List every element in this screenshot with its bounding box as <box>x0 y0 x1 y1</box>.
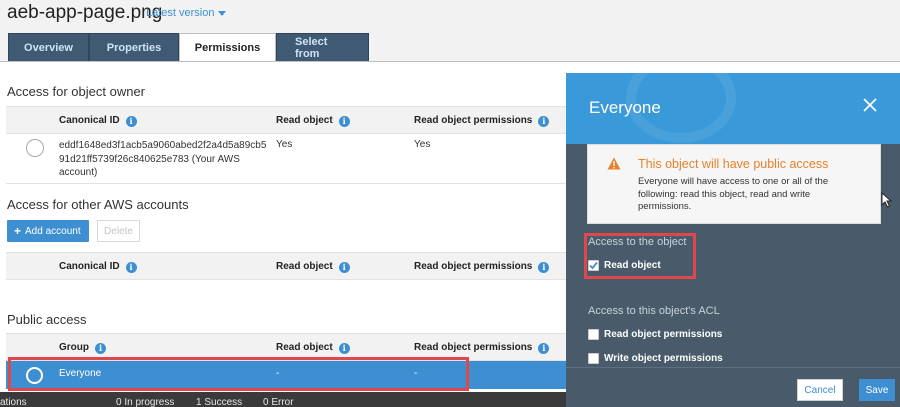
tab-permissions[interactable]: Permissions <box>179 33 276 62</box>
info-icon[interactable]: i <box>538 343 550 354</box>
other-accounts-title: Access for other AWS accounts <box>7 197 189 212</box>
info-icon[interactable]: i <box>538 262 550 273</box>
write-permissions-checkbox[interactable] <box>588 353 599 364</box>
owner-read-object: Yes <box>276 139 293 150</box>
info-icon[interactable]: i <box>125 262 137 273</box>
chevron-down-icon <box>218 10 227 16</box>
delete-button[interactable]: Delete <box>97 220 140 242</box>
other-accounts-table-header: Canonical ID i Read object i Read object p… <box>6 252 566 280</box>
owner-table-header: Canonical ID i Read object i Read object p… <box>6 106 566 134</box>
read-permissions-checkbox-row[interactable]: Read object permissions <box>588 329 722 340</box>
owner-table-row[interactable]: eddf1648ed3f1acb5a9060abed2f2a4d5a89cb5 … <box>6 134 566 184</box>
in-progress-count: 0 In progress <box>116 397 175 407</box>
everyone-highlight-annotation <box>8 357 469 391</box>
tab-bar: Overview Properties Permissions Select f… <box>8 33 369 62</box>
panel-title: Everyone <box>589 98 661 117</box>
acl-access-label: Access to this object's ACL <box>588 305 720 317</box>
add-account-label: Add account <box>25 225 81 237</box>
owner-section-title: Access for object owner <box>7 84 146 99</box>
column-canonical-id: Canonical ID <box>59 115 120 126</box>
warning-title: This object will have public access <box>638 157 829 171</box>
tab-divider <box>0 61 900 62</box>
mouse-cursor-icon <box>881 192 893 208</box>
column-read-object: Read object <box>276 115 333 126</box>
public-access-warning: This object will have public access Ever… <box>587 144 881 224</box>
operations-label: ations <box>0 397 27 407</box>
column-read-permissions: Read object permissions <box>414 115 533 126</box>
read-permissions-checkbox[interactable] <box>588 329 599 340</box>
plus-icon: + <box>14 224 22 238</box>
everyone-panel: Everyone This object will have public ac… <box>566 73 900 407</box>
public-access-title: Public access <box>7 312 87 327</box>
version-label: Latest version <box>146 7 215 19</box>
info-icon[interactable]: i <box>95 343 106 354</box>
info-icon[interactable]: i <box>538 116 550 127</box>
warning-triangle-icon <box>607 157 621 170</box>
error-count: 0 Error <box>263 397 294 407</box>
operations-status-bar[interactable]: ations 0 In progress 1 Success 0 Error <box>0 392 566 407</box>
panel-header: Everyone <box>566 73 900 144</box>
info-icon[interactable]: i <box>338 262 350 273</box>
object-header: aeb-app-page.png Latest version Overview… <box>0 0 900 62</box>
success-count: 1 Success <box>196 397 243 407</box>
column-read-object: Read object <box>276 261 333 272</box>
panel-footer-divider <box>566 367 900 368</box>
owner-canonical-id-line2: 91d21ff5739f26c840625e783 (Your AWS <box>59 153 240 165</box>
owner-canonical-id-line3: account) <box>59 167 98 178</box>
file-name-title: aeb-app-page.png <box>7 2 163 23</box>
tab-select-from[interactable]: Select from <box>276 33 369 62</box>
tab-overview[interactable]: Overview <box>8 33 89 62</box>
column-read-permissions: Read object permissions <box>414 342 533 353</box>
info-icon[interactable]: i <box>338 343 350 354</box>
read-permissions-label: Read object permissions <box>604 329 723 340</box>
tab-properties[interactable]: Properties <box>89 33 179 62</box>
warning-text: Everyone will have access to one or all … <box>638 176 829 212</box>
column-canonical-id: Canonical ID <box>59 261 120 272</box>
cancel-button[interactable]: Cancel <box>797 379 843 401</box>
version-dropdown[interactable]: Latest version <box>146 7 227 19</box>
info-icon[interactable]: i <box>338 116 350 127</box>
save-button[interactable]: Save <box>859 379 895 401</box>
add-account-button[interactable]: + Add account <box>7 220 89 242</box>
write-permissions-label: Write object permissions <box>604 353 723 364</box>
write-permissions-checkbox-row[interactable]: Write object permissions <box>588 353 723 364</box>
info-icon[interactable]: i <box>125 116 137 127</box>
column-read-permissions: Read object permissions <box>414 261 533 272</box>
owner-radio[interactable] <box>26 139 44 157</box>
read-object-highlight-annotation <box>584 233 696 279</box>
owner-canonical-id-line1: eddf1648ed3f1acb5a9060abed2f2a4d5a89cb5 <box>59 140 267 151</box>
column-group: Group <box>59 342 89 353</box>
column-read-object: Read object <box>276 342 333 353</box>
owner-read-permissions: Yes <box>414 139 431 150</box>
close-icon[interactable] <box>862 97 878 113</box>
